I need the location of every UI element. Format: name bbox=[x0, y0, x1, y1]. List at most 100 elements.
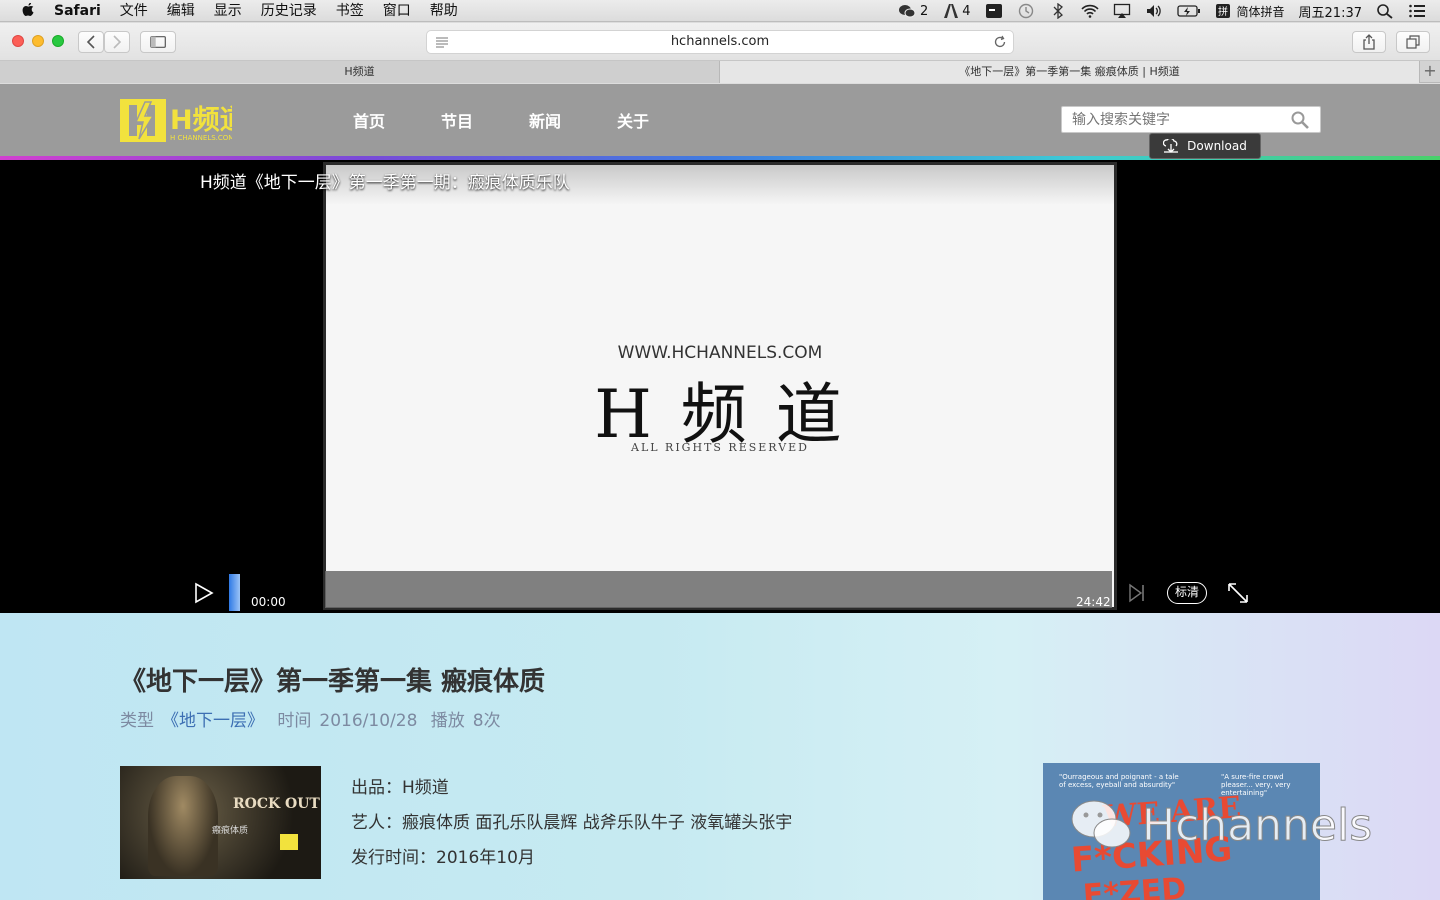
logo-text: H频道 bbox=[170, 104, 232, 136]
thumbnail-subtitle: 瘢痕体质 bbox=[212, 826, 249, 836]
time-current: 00:00 bbox=[251, 595, 286, 609]
video-player[interactable]: H频道《地下一层》第一季第一期：瘢痕体质乐队 WWW.HCHANNELS.COM… bbox=[0, 160, 1440, 613]
download-label: Download bbox=[1187, 139, 1247, 153]
chevron-right-icon bbox=[113, 35, 122, 49]
tabs-icon bbox=[1406, 35, 1420, 49]
menu-help[interactable]: 帮助 bbox=[430, 0, 458, 22]
episode-title: 《地下一层》第一季第一集 瘢痕体质 bbox=[120, 667, 546, 697]
tab-hchannels-home[interactable]: H频道 bbox=[0, 61, 720, 83]
menu-edit[interactable]: 编辑 bbox=[167, 0, 195, 22]
sidebar-toggle-button[interactable] bbox=[140, 31, 176, 53]
download-icon bbox=[1163, 139, 1179, 153]
menu-bookmarks[interactable]: 书签 bbox=[336, 0, 364, 22]
meta-type-label: 类型 bbox=[120, 711, 154, 731]
menu-history[interactable]: 历史记录 bbox=[261, 0, 317, 22]
wechat-watermark-icon bbox=[1071, 800, 1131, 848]
detail-artists: 艺人：瘢痕体质 面孔乐队晨辉 战斧乐队牛子 液氧罐头张宇 bbox=[351, 813, 793, 833]
meta-plays-value: 8次 bbox=[472, 711, 501, 731]
video-frame[interactable]: WWW.HCHANNELS.COM H 频 道 ALL RIGHTS RESER… bbox=[323, 162, 1117, 610]
volume-icon[interactable] bbox=[1145, 3, 1163, 19]
menu-view[interactable]: 显示 bbox=[214, 0, 242, 22]
safari-toolbar: hchannels.com bbox=[0, 23, 1440, 61]
overlay-watermark-text: Hchannels bbox=[1141, 799, 1373, 851]
pinyin-icon: 拼 bbox=[1215, 4, 1230, 18]
nav-programs[interactable]: 节目 bbox=[441, 108, 473, 132]
tab-episode[interactable]: 《地下一层》第一季第一集 瘢痕体质 | H频道 bbox=[720, 61, 1420, 83]
wifi-icon[interactable] bbox=[1080, 3, 1099, 19]
search-input[interactable] bbox=[1062, 107, 1282, 132]
bluetooth-icon[interactable] bbox=[1049, 3, 1067, 19]
window-close-button[interactable] bbox=[12, 35, 24, 47]
time-total: 24:42 bbox=[1076, 595, 1111, 609]
site-logo[interactable]: H频道 H CHANNELS.COM bbox=[120, 99, 232, 142]
menu-file[interactable]: 文件 bbox=[120, 0, 148, 22]
time-machine-icon[interactable] bbox=[1017, 3, 1035, 19]
detail-release: 发行时间：2016年10月 bbox=[351, 848, 535, 868]
menu-window[interactable]: 窗口 bbox=[383, 0, 411, 22]
adobe-status[interactable]: 4 bbox=[942, 3, 971, 19]
input-method-label: 简体拼音 bbox=[1236, 4, 1285, 19]
apple-icon[interactable] bbox=[18, 2, 38, 19]
tabs-overview-button[interactable] bbox=[1396, 31, 1430, 53]
menubar-clock[interactable]: 周五21:37 bbox=[1299, 2, 1362, 21]
player-controls: 00:00 24:42 标清 bbox=[180, 571, 1260, 613]
video-watermark-url: WWW.HCHANNELS.COM bbox=[617, 343, 823, 363]
detail-producer: 出品：H频道 bbox=[351, 778, 449, 798]
wechat-status[interactable]: 2 bbox=[898, 3, 928, 19]
poster-tagline-left: "Ourrageous and poignant - a tale of exc… bbox=[1059, 773, 1179, 789]
nav-about[interactable]: 关于 bbox=[617, 108, 649, 132]
reload-icon[interactable] bbox=[993, 35, 1007, 49]
video-title: H频道《地下一层》第一季第一期：瘢痕体质乐队 bbox=[200, 173, 570, 193]
sidebar-icon bbox=[150, 36, 166, 48]
tab-bar: H频道 《地下一层》第一季第一集 瘢痕体质 | H频道 + bbox=[0, 61, 1440, 83]
window-zoom-button[interactable] bbox=[52, 35, 64, 47]
adobe-icon bbox=[944, 4, 959, 18]
share-button[interactable] bbox=[1352, 31, 1386, 53]
play-icon[interactable] bbox=[194, 582, 214, 604]
input-method[interactable]: 拼 简体拼音 bbox=[1215, 3, 1285, 20]
episode-meta: 类型 《地下一层》 时间 2016/10/28 播放 8次 bbox=[120, 706, 509, 731]
meta-plays-label: 播放 bbox=[430, 711, 465, 731]
episode-thumbnail[interactable]: ROCK OUT 瘢痕体质 bbox=[120, 766, 321, 879]
video-watermark-rights: ALL RIGHTS RESERVED bbox=[631, 441, 809, 454]
meta-time-value: 2016/10/28 bbox=[319, 711, 418, 731]
back-button[interactable] bbox=[78, 31, 104, 53]
terminal-icon[interactable] bbox=[985, 3, 1003, 19]
logo-subtext: H CHANNELS.COM bbox=[170, 134, 232, 142]
airplay-icon[interactable] bbox=[1113, 3, 1131, 19]
progress-handle[interactable] bbox=[229, 574, 240, 611]
episode-details: 出品：H频道 艺人：瘢痕体质 面孔乐队晨辉 战斧乐队牛子 液氧罐头张宇 发行时间… bbox=[351, 771, 792, 876]
window-minimize-button[interactable] bbox=[32, 35, 44, 47]
download-button[interactable]: Download bbox=[1149, 133, 1261, 159]
meta-time-label: 时间 bbox=[277, 711, 312, 731]
menu-app-safari[interactable]: Safari bbox=[54, 0, 101, 22]
battery-icon[interactable] bbox=[1176, 3, 1201, 19]
notification-center-icon[interactable] bbox=[1408, 3, 1426, 19]
quality-button[interactable]: 标清 bbox=[1167, 582, 1207, 604]
wechat-icon bbox=[898, 5, 916, 18]
wechat-count: 2 bbox=[919, 3, 929, 19]
adobe-count: 4 bbox=[962, 3, 971, 19]
reader-view-icon[interactable] bbox=[435, 36, 449, 48]
progress-track[interactable] bbox=[325, 571, 1112, 608]
forward-button[interactable] bbox=[104, 31, 130, 53]
new-tab-button[interactable]: + bbox=[1420, 61, 1440, 82]
svg-text:拼: 拼 bbox=[1218, 5, 1228, 18]
site-search bbox=[1061, 106, 1321, 133]
nav-news[interactable]: 新闻 bbox=[529, 108, 561, 132]
spotlight-icon[interactable] bbox=[1376, 3, 1394, 19]
search-icon[interactable] bbox=[1290, 111, 1310, 129]
next-episode-icon[interactable] bbox=[1128, 583, 1146, 603]
chevron-left-icon bbox=[86, 35, 95, 49]
macos-menubar: Safari 文件 编辑 显示 历史记录 书签 窗口 帮助 2 4 拼 简体拼音… bbox=[0, 0, 1440, 22]
episode-info: 《地下一层》第一季第一集 瘢痕体质 类型 《地下一层》 时间 2016/10/28 … bbox=[0, 613, 1440, 900]
meta-type-link[interactable]: 《地下一层》 bbox=[162, 711, 264, 731]
fullscreen-icon[interactable] bbox=[1227, 582, 1249, 604]
overlay-watermark: Hchannels bbox=[1070, 795, 1400, 855]
nav-home[interactable]: 首页 bbox=[353, 108, 385, 132]
share-icon bbox=[1363, 34, 1375, 50]
address-bar[interactable]: hchannels.com bbox=[426, 30, 1014, 54]
thumbnail-logo-badge bbox=[280, 834, 298, 850]
main-nav: 首页 节目 新闻 关于 bbox=[353, 84, 705, 156]
thumbnail-figure bbox=[148, 776, 218, 876]
